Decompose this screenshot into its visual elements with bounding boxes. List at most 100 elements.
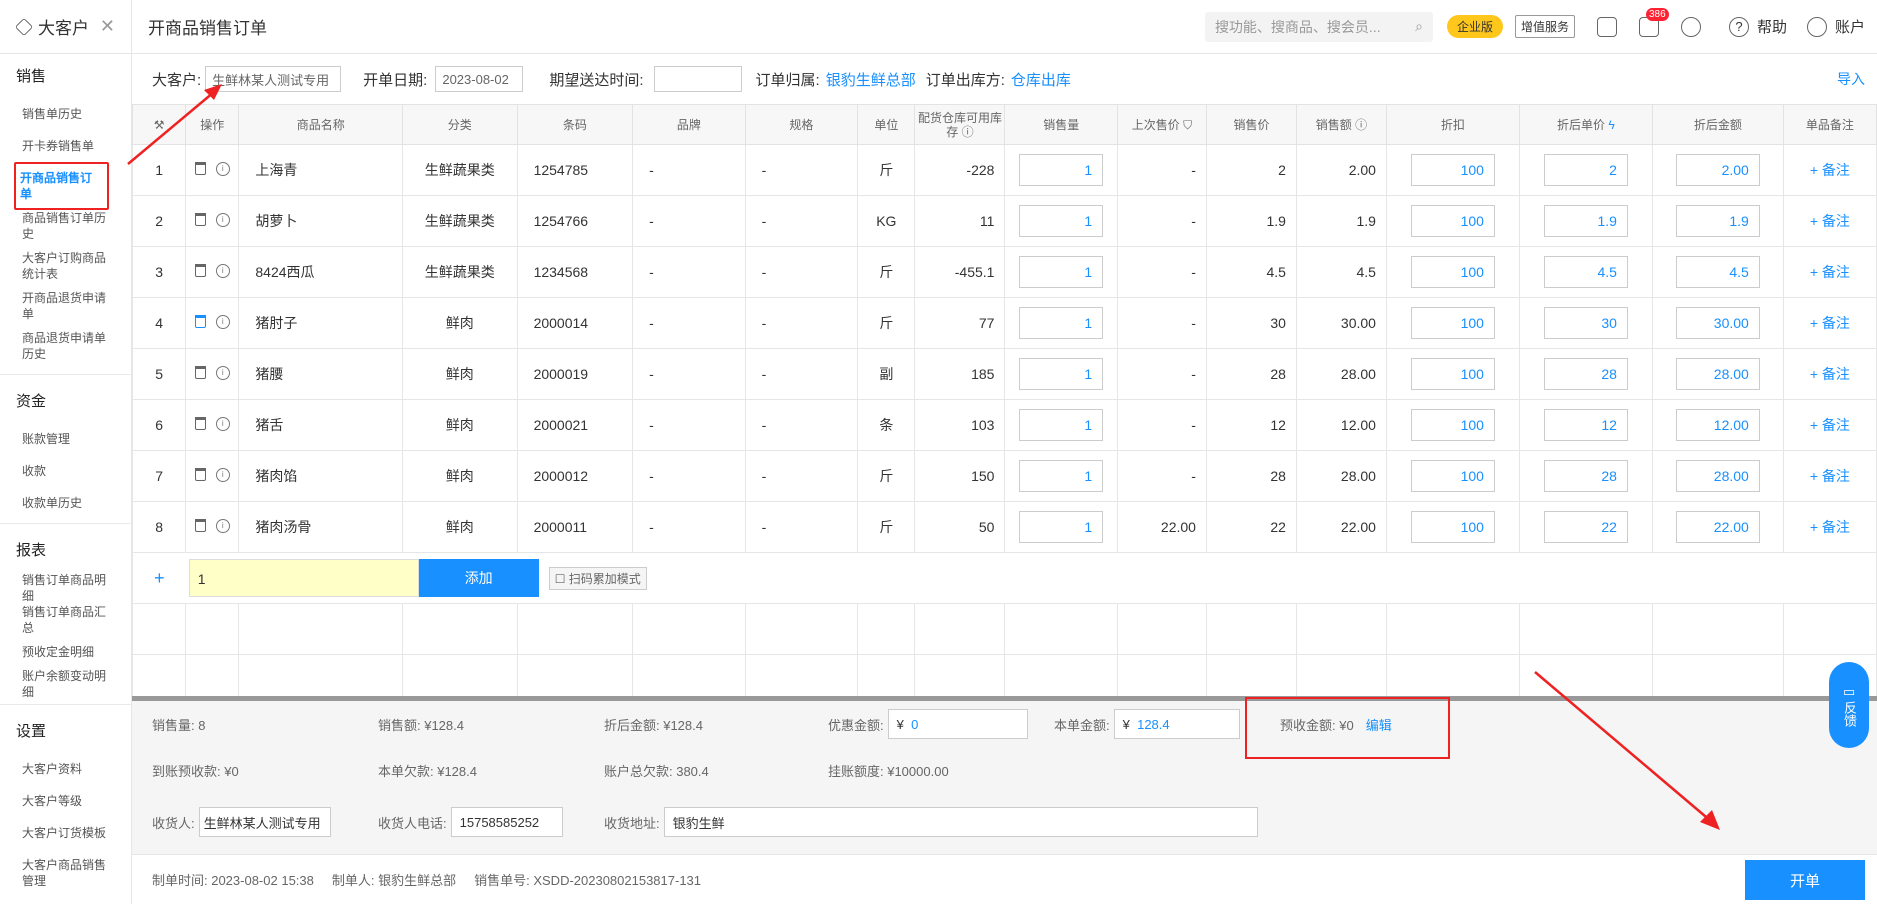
belong-link[interactable]: 银豹生鲜总部 bbox=[826, 69, 916, 90]
cell-qty[interactable]: 1 bbox=[1004, 399, 1118, 451]
qty-input[interactable]: 1 bbox=[1019, 460, 1104, 492]
cell-dprice[interactable]: 1.9 bbox=[1518, 195, 1653, 247]
note-value[interactable]: + 备注 bbox=[1810, 519, 1850, 535]
damount-input[interactable]: 12.00 bbox=[1675, 409, 1760, 441]
delete-icon[interactable] bbox=[194, 366, 206, 380]
add-button[interactable]: 添加 bbox=[418, 559, 539, 597]
dprice-input[interactable]: 2 bbox=[1543, 154, 1628, 186]
cell-damount[interactable]: 2.00 bbox=[1651, 144, 1784, 196]
disc-input[interactable]: 100 bbox=[1410, 460, 1495, 492]
qty-input[interactable]: 1 bbox=[1019, 205, 1104, 237]
delete-icon[interactable] bbox=[194, 417, 206, 431]
sidebar-item-customer-stats[interactable]: 大客户订购商品统计表 bbox=[0, 242, 131, 290]
damount-input[interactable]: 22.00 bbox=[1675, 511, 1760, 543]
discount-input[interactable]: ¥ 0 bbox=[887, 709, 1028, 739]
damount-input[interactable]: 1.9 bbox=[1675, 205, 1760, 237]
phone-input[interactable]: 15758585252 bbox=[450, 807, 563, 837]
cell-qty[interactable]: 1 bbox=[1004, 144, 1118, 196]
cell-note[interactable]: + 备注 bbox=[1782, 501, 1877, 553]
qty-input[interactable]: 1 bbox=[1019, 256, 1104, 288]
question-icon[interactable]: ⓘ bbox=[1355, 118, 1367, 132]
filter-icon[interactable]: ⛉ bbox=[1183, 118, 1192, 132]
cell-qty[interactable]: 1 bbox=[1004, 450, 1118, 502]
sidebar-item-product-sales-mgmt[interactable]: 大客户商品销售管理 bbox=[0, 849, 131, 897]
cell-qty[interactable]: 1 bbox=[1004, 501, 1118, 553]
cell-ops[interactable]: i bbox=[185, 246, 240, 298]
detail-icon[interactable]: i bbox=[215, 263, 230, 278]
note-value[interactable]: + 备注 bbox=[1810, 417, 1850, 433]
cell-damount[interactable]: 4.5 bbox=[1651, 246, 1784, 298]
damount-input[interactable]: 2.00 bbox=[1675, 154, 1760, 186]
account-link[interactable]: 账户 bbox=[1835, 16, 1865, 37]
lightning-icon[interactable]: ϟ bbox=[1608, 118, 1614, 132]
cell-damount[interactable]: 28.00 bbox=[1651, 348, 1784, 400]
close-icon[interactable]: ✕ bbox=[100, 16, 115, 37]
sidebar-item-return-history[interactable]: 商品退货申请单历史 bbox=[0, 322, 131, 370]
note-value[interactable]: + 备注 bbox=[1810, 468, 1850, 484]
cell-ops[interactable]: i bbox=[185, 399, 240, 451]
dprice-input[interactable]: 28 bbox=[1543, 358, 1628, 390]
cell-qty[interactable]: 1 bbox=[1004, 297, 1118, 349]
detail-icon[interactable]: i bbox=[215, 314, 230, 329]
cell-dprice[interactable]: 2 bbox=[1518, 144, 1653, 196]
headset-icon[interactable] bbox=[1680, 16, 1701, 37]
cell-qty[interactable]: 1 bbox=[1004, 246, 1118, 298]
scan-mode-checkbox[interactable]: ☐ 扫码累加模式 bbox=[548, 566, 647, 590]
cell-dprice[interactable]: 28 bbox=[1518, 348, 1653, 400]
detail-icon[interactable]: i bbox=[215, 212, 230, 227]
qty-input[interactable]: 1 bbox=[1019, 154, 1104, 186]
sidebar-item-open-return[interactable]: 开商品退货申请单 bbox=[0, 290, 131, 322]
search-icon[interactable]: ⌕ bbox=[1415, 18, 1423, 35]
sidebar-item-sales-history[interactable]: 销售单历史 bbox=[0, 98, 131, 130]
sidebar-item-open-order[interactable]: 开商品销售订单 bbox=[0, 162, 131, 210]
cell-qty[interactable]: 1 bbox=[1004, 348, 1118, 400]
dprice-input[interactable]: 12 bbox=[1543, 409, 1628, 441]
cell-damount[interactable]: 12.00 bbox=[1651, 399, 1784, 451]
qty-input[interactable]: 1 bbox=[1019, 511, 1104, 543]
sidebar-item-deposit-detail[interactable]: 预收定金明细 bbox=[0, 636, 131, 668]
sidebar-item-order-template[interactable]: 大客户订货模板 bbox=[0, 817, 131, 849]
sidebar-item-order-detail[interactable]: 销售订单商品明细 bbox=[0, 572, 131, 604]
delete-icon[interactable] bbox=[194, 519, 206, 533]
delete-icon[interactable] bbox=[194, 264, 206, 278]
cell-damount[interactable]: 30.00 bbox=[1651, 297, 1784, 349]
qty-input[interactable]: 1 bbox=[1019, 307, 1104, 339]
delete-icon[interactable] bbox=[194, 315, 206, 329]
import-link[interactable]: 导入 bbox=[1837, 69, 1865, 89]
delete-icon[interactable] bbox=[194, 213, 206, 227]
cell-disc[interactable]: 100 bbox=[1385, 501, 1520, 553]
clipboard-icon[interactable] bbox=[1596, 16, 1617, 37]
cell-dprice[interactable]: 30 bbox=[1518, 297, 1653, 349]
sidebar-item-balance-detail[interactable]: 账户余额变动明细 bbox=[0, 668, 131, 700]
cell-disc[interactable]: 100 bbox=[1385, 297, 1520, 349]
dprice-input[interactable]: 4.5 bbox=[1543, 256, 1628, 288]
sidebar-item-receipt[interactable]: 收款 bbox=[0, 455, 131, 487]
cell-ops[interactable]: i bbox=[185, 297, 240, 349]
cell-dprice[interactable]: 12 bbox=[1518, 399, 1653, 451]
cell-disc[interactable]: 100 bbox=[1385, 246, 1520, 298]
help-icon[interactable]: ? bbox=[1728, 16, 1749, 37]
detail-icon[interactable]: i bbox=[215, 467, 230, 482]
cell-note[interactable]: + 备注 bbox=[1782, 297, 1877, 349]
dprice-input[interactable]: 30 bbox=[1543, 307, 1628, 339]
cell-damount[interactable]: 1.9 bbox=[1651, 195, 1784, 247]
cell-disc[interactable]: 100 bbox=[1385, 348, 1520, 400]
detail-icon[interactable]: i bbox=[215, 161, 230, 176]
barcode-input[interactable]: 1 bbox=[188, 559, 419, 597]
cell-disc[interactable]: 100 bbox=[1385, 399, 1520, 451]
note-value[interactable]: + 备注 bbox=[1810, 366, 1850, 382]
note-value[interactable]: + 备注 bbox=[1810, 264, 1850, 280]
cell-ops[interactable]: i bbox=[185, 450, 240, 502]
detail-icon[interactable]: i bbox=[215, 518, 230, 533]
value-service-button[interactable]: 增值服务 bbox=[1514, 15, 1575, 38]
qty-input[interactable]: 1 bbox=[1019, 358, 1104, 390]
user-icon[interactable] bbox=[1806, 16, 1827, 37]
disc-input[interactable]: 100 bbox=[1410, 307, 1495, 339]
cell-damount[interactable]: 28.00 bbox=[1651, 450, 1784, 502]
disc-input[interactable]: 100 bbox=[1410, 409, 1495, 441]
cell-dprice[interactable]: 4.5 bbox=[1518, 246, 1653, 298]
dprice-input[interactable]: 28 bbox=[1543, 460, 1628, 492]
add-row-plus[interactable]: + bbox=[131, 552, 186, 604]
receiver-input[interactable]: 生鲜林某人测试专用 bbox=[198, 807, 331, 837]
damount-input[interactable]: 28.00 bbox=[1675, 358, 1760, 390]
